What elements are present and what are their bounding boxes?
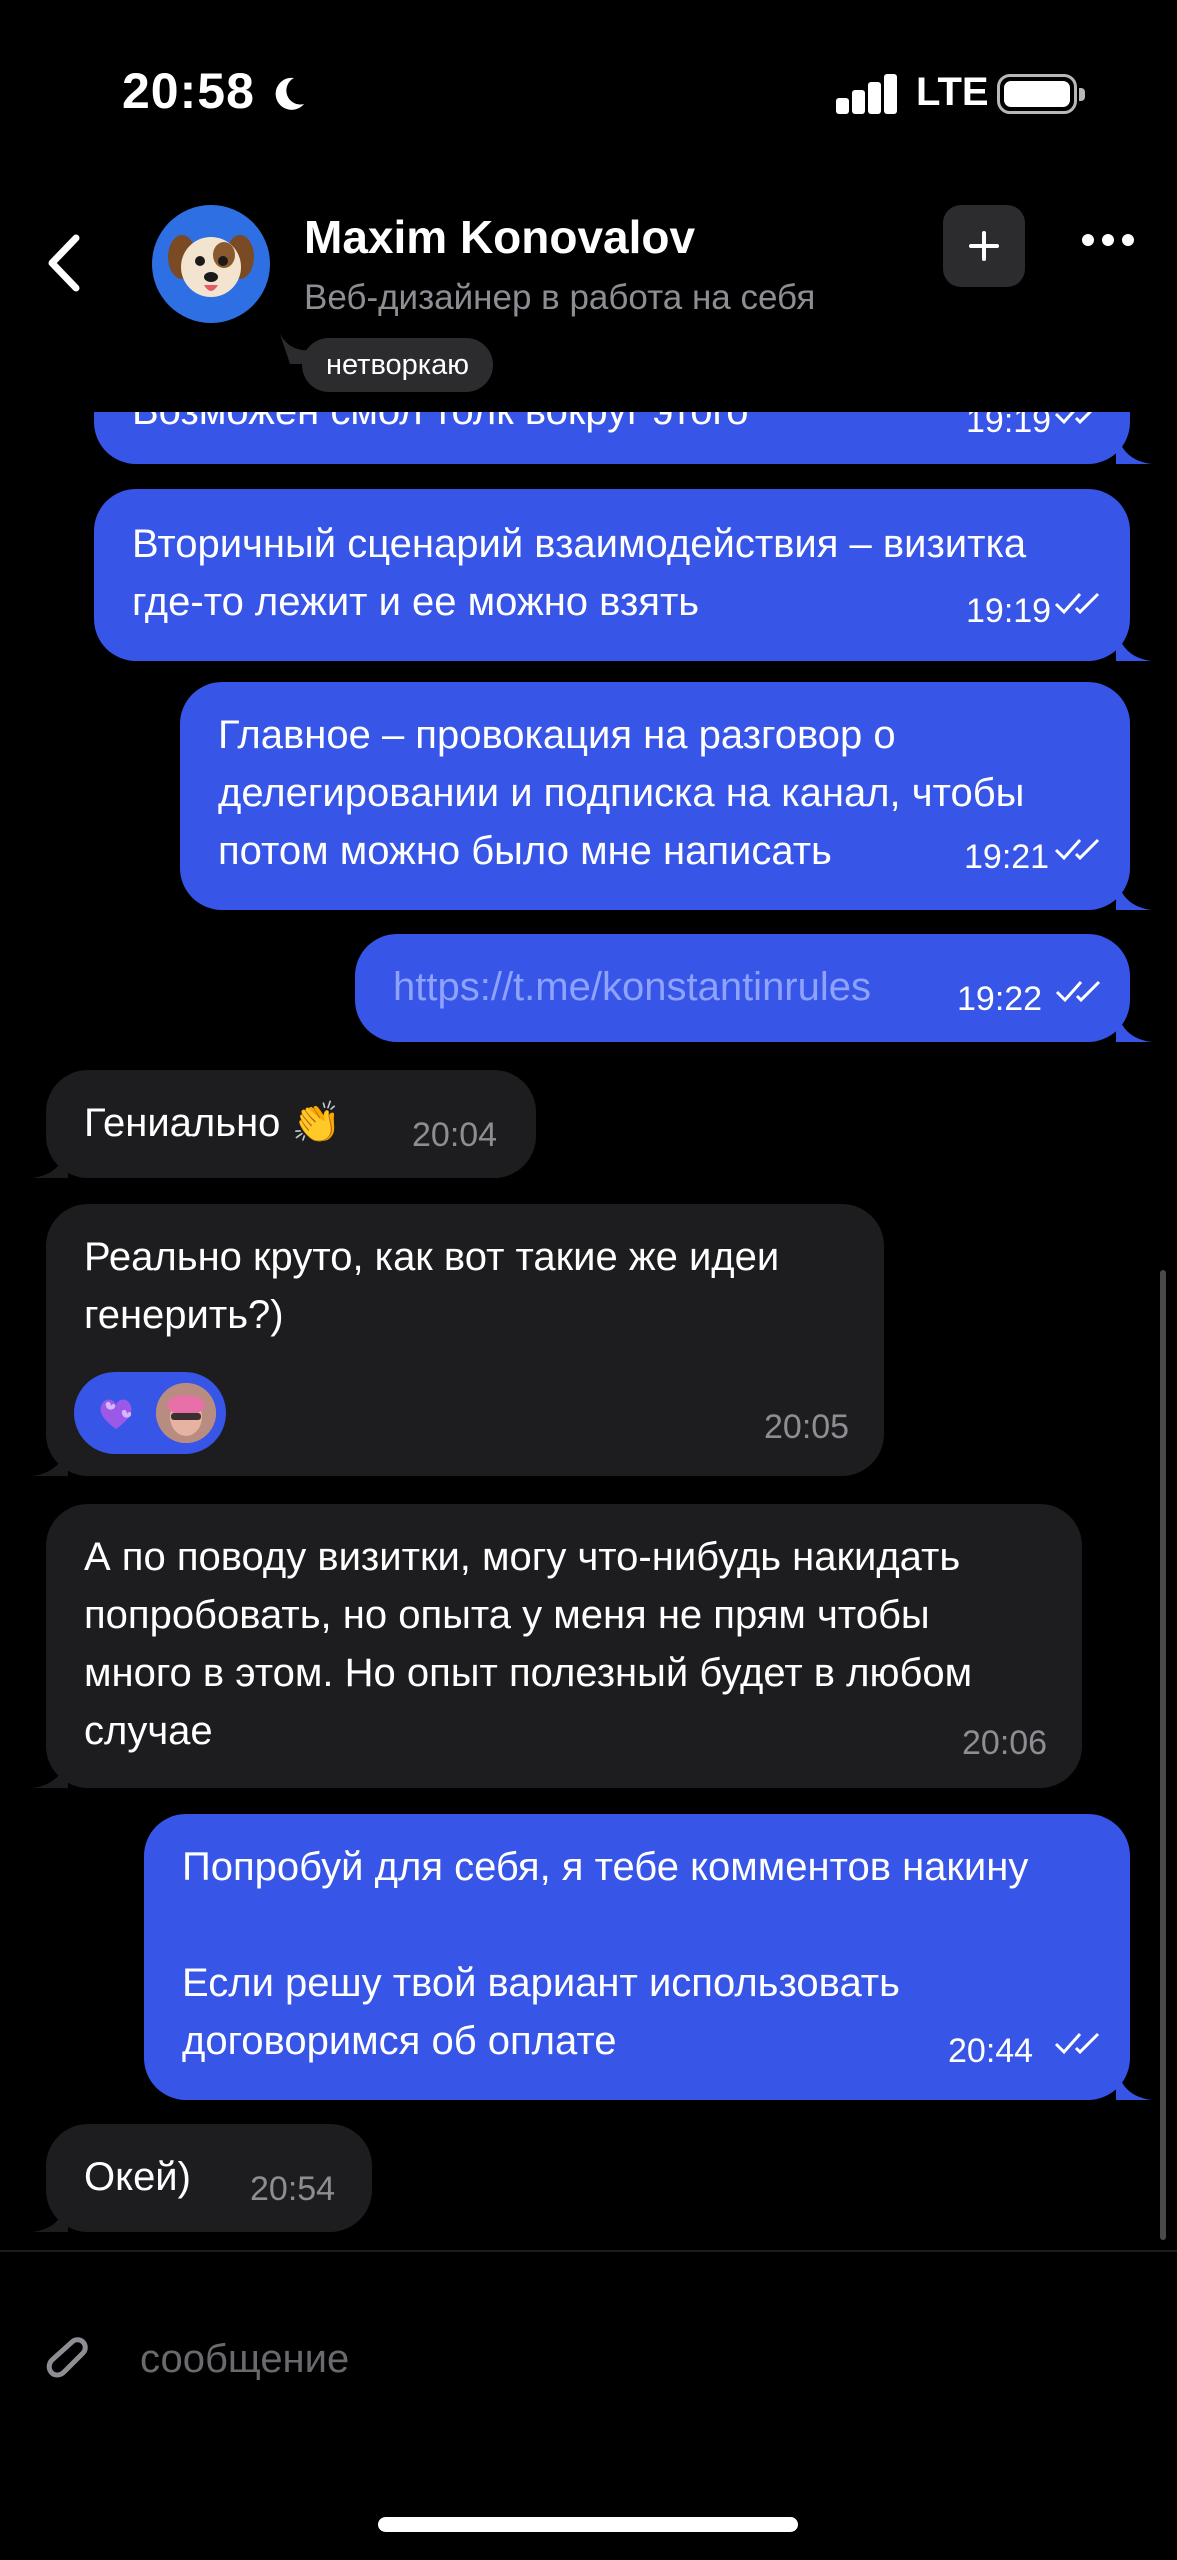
moon-icon — [275, 77, 304, 110]
double-check-icon — [1054, 2032, 1100, 2055]
message-input[interactable] — [140, 2328, 1090, 2390]
reaction-pill[interactable] — [74, 1372, 226, 1454]
bubble-tail — [32, 1748, 68, 1788]
message-text: Вторичный сценарий взаимодействия – визи… — [132, 522, 1027, 624]
contact-name[interactable]: Maxim Konovalov — [304, 210, 695, 264]
avatar[interactable] — [152, 205, 270, 323]
bubble-tail — [32, 1138, 68, 1178]
bubble-tail — [1116, 2060, 1152, 2100]
signal-icon — [836, 74, 897, 114]
dog-memoji-icon — [168, 235, 254, 297]
paperclip-icon[interactable] — [40, 2330, 96, 2386]
message-text: Окей) — [84, 2155, 191, 2199]
composer-divider — [0, 2250, 1177, 2252]
double-check-icon — [1054, 412, 1093, 425]
double-check-icon — [1055, 980, 1101, 1003]
bubble-tail — [32, 2192, 68, 2232]
message-time: 20:06 — [962, 1724, 1048, 1762]
message-time: 20:44 — [948, 2032, 1034, 2070]
bubble-tail — [1116, 1002, 1152, 1042]
message-link[interactable]: https://t.me/konstantinrules — [393, 958, 871, 1016]
status-bar: 20:58 LTE — [0, 0, 1177, 190]
message-time: 20:04 — [412, 1116, 498, 1154]
status-time: 20:58 — [122, 63, 255, 119]
message-bubble-incoming[interactable]: Окей) 20:54 — [46, 2124, 372, 2232]
chat-area[interactable]: Возможен смол толк вокруг этого 19:19 Вт… — [0, 412, 1177, 2250]
bubble-tail — [32, 1436, 68, 1476]
contact-subtitle: Веб-дизайнер в работа на себя — [304, 278, 816, 317]
reactor-avatar — [156, 1383, 216, 1443]
message-time: 20:05 — [764, 1408, 850, 1446]
message-text: Реально круто, как вот такие же идеи ген… — [84, 1235, 780, 1337]
message-bubble-outgoing[interactable]: Главное – провокация на разговор о делег… — [180, 682, 1130, 910]
bubble-tail — [1116, 870, 1152, 910]
message-bubble-outgoing[interactable]: Попробуй для себя, я тебе комментов наки… — [144, 1814, 1130, 2100]
network-label: LTE — [916, 70, 989, 114]
home-indicator[interactable] — [378, 2517, 798, 2532]
message-bubble-incoming[interactable]: Гениально 👏 20:04 — [46, 1070, 536, 1178]
message-bubble-incoming[interactable]: А по поводу визитки, могу что-нибудь нак… — [46, 1504, 1082, 1788]
status-tag[interactable]: нетворкаю — [302, 338, 494, 392]
add-button[interactable] — [943, 205, 1025, 287]
purple-hearts-icon — [100, 1399, 132, 1429]
message-time: 19:21 — [964, 838, 1050, 876]
bubble-tail — [1116, 424, 1152, 464]
message-time: 19:22 — [957, 980, 1043, 1018]
double-check-icon — [1054, 838, 1100, 861]
message-time: 20:54 — [250, 2170, 336, 2208]
bubble-tail — [1116, 621, 1152, 661]
message-text: Попробуй для себя, я тебе комментов наки… — [182, 1845, 1029, 2063]
battery-icon — [997, 74, 1085, 114]
message-bubble-outgoing[interactable]: https://t.me/konstantinrules 19:22 — [355, 934, 1130, 1042]
message-text: Гениально 👏 — [84, 1101, 342, 1145]
message-time: 19:19 — [966, 412, 1052, 440]
message-text: Возможен смол толк вокруг этого — [132, 412, 748, 440]
message-bubble-outgoing[interactable]: Возможен смол толк вокруг этого 19:19 — [94, 412, 1130, 464]
message-bubble-outgoing[interactable]: Вторичный сценарий взаимодействия – визи… — [94, 489, 1130, 661]
double-check-icon — [1054, 592, 1100, 615]
scrollbar[interactable] — [1160, 1270, 1166, 2240]
message-time: 19:19 — [966, 592, 1052, 630]
message-text: Главное – провокация на разговор о делег… — [218, 713, 1025, 873]
message-text: А по поводу визитки, могу что-нибудь нак… — [84, 1535, 973, 1753]
more-button[interactable] — [1080, 225, 1136, 255]
back-button[interactable] — [38, 228, 94, 298]
